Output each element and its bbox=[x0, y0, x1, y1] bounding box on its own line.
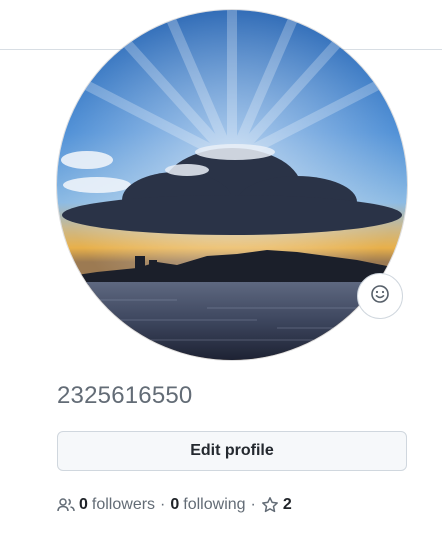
separator: · bbox=[160, 496, 166, 513]
followers-label: followers bbox=[91, 496, 156, 513]
edit-profile-button[interactable]: Edit profile bbox=[57, 431, 407, 471]
smiley-icon bbox=[370, 284, 390, 309]
avatar[interactable] bbox=[57, 10, 407, 360]
avatar-container bbox=[57, 10, 407, 360]
following-link[interactable]: 0 following bbox=[170, 496, 245, 514]
following-count: 0 bbox=[170, 496, 180, 513]
followers-count: 0 bbox=[79, 496, 88, 513]
followers-link[interactable]: 0 followers bbox=[57, 496, 155, 514]
star-icon bbox=[261, 496, 279, 514]
following-label: following bbox=[183, 496, 246, 513]
profile-stats: 0 followers · 0 following · 2 bbox=[57, 494, 296, 516]
stars-count: 2 bbox=[282, 496, 292, 513]
people-icon bbox=[57, 497, 75, 513]
username: 2325616550 bbox=[57, 382, 193, 409]
stars-link[interactable]: 2 bbox=[261, 496, 296, 514]
separator: · bbox=[250, 496, 256, 513]
set-status-button[interactable] bbox=[357, 273, 403, 319]
